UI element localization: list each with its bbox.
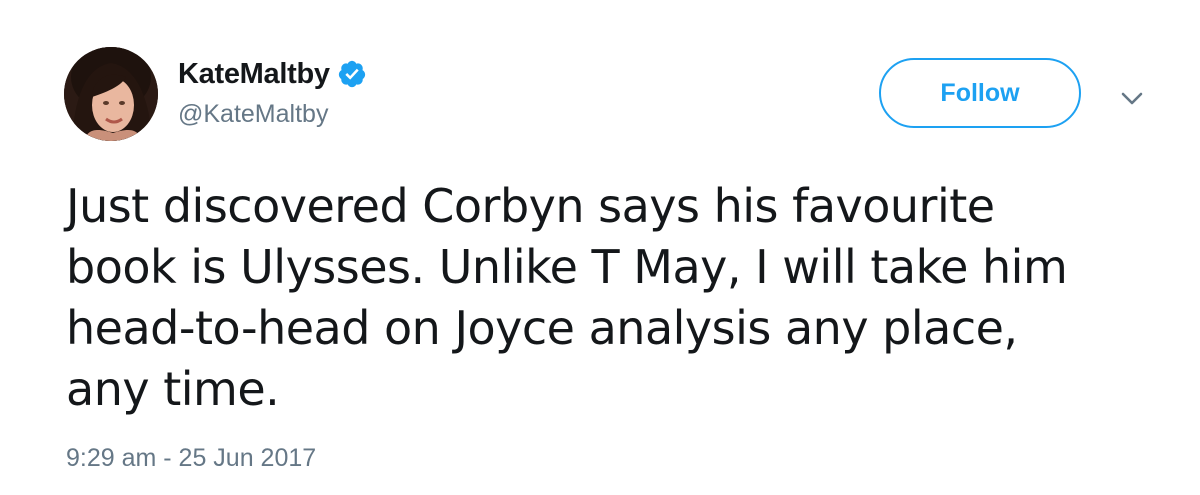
tweet-line: Just discovered Corbyn says his favourit… [66, 179, 995, 233]
user-handle[interactable]: @KateMaltby [178, 100, 367, 129]
chevron-down-icon[interactable] [1118, 84, 1146, 112]
tweet-text: Just discovered Corbyn says his favourit… [66, 176, 1166, 420]
tweet-line: any time. [66, 362, 280, 416]
user-info: KateMaltby @KateMaltby [178, 56, 367, 129]
tweet-line: head-to-head on Joyce analysis any place… [66, 301, 1018, 355]
avatar[interactable] [64, 47, 158, 141]
verified-badge-icon [337, 59, 367, 89]
profile-photo [64, 47, 158, 141]
tweet-timestamp[interactable]: 9:29 am - 25 Jun 2017 [66, 444, 316, 473]
tweet-line: book is Ulysses. Unlike T May, I will ta… [66, 240, 1068, 294]
display-name[interactable]: KateMaltby [178, 58, 330, 91]
follow-button[interactable]: Follow [879, 58, 1081, 128]
name-row: KateMaltby [178, 56, 367, 92]
